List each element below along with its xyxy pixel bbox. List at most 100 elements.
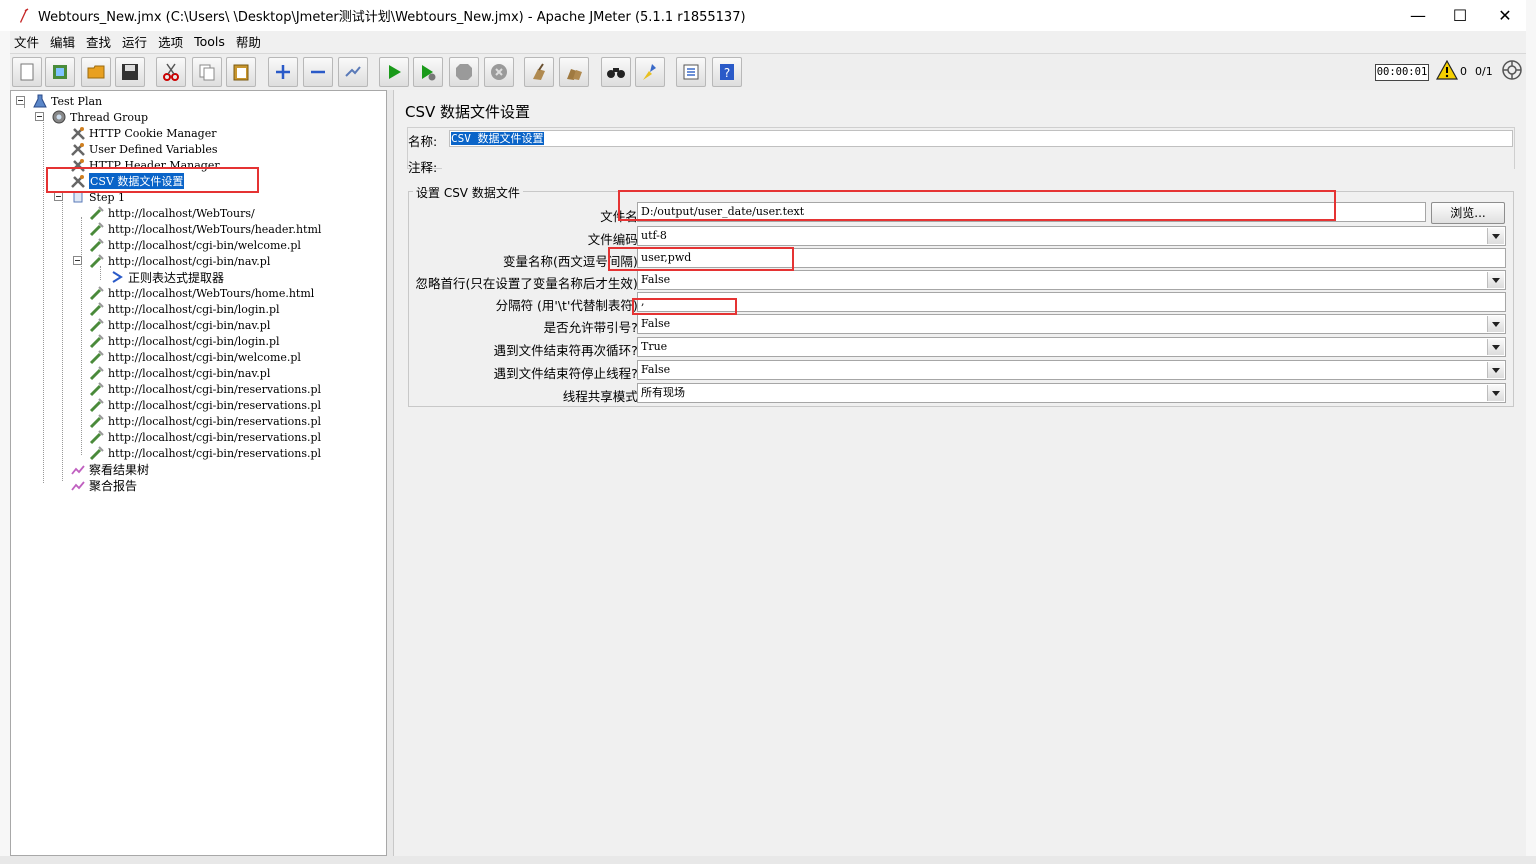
- gear-icon: [52, 110, 66, 124]
- expand-button[interactable]: [268, 57, 298, 87]
- function-helper-button[interactable]: [676, 57, 706, 87]
- collapse-icon: [311, 70, 325, 74]
- tree-node-step1[interactable]: Step 1: [70, 189, 125, 205]
- tree-node-sampler[interactable]: http://localhost/cgi-bin/reservations.pl: [89, 445, 321, 461]
- ignore-first-combo[interactable]: False: [637, 270, 1506, 290]
- toggle-button[interactable]: [338, 57, 368, 87]
- chevron-down-icon[interactable]: [1487, 272, 1504, 288]
- tree-node-sampler[interactable]: http://localhost/cgi-bin/reservations.pl: [89, 397, 321, 413]
- encoding-combo[interactable]: utf-8: [637, 226, 1506, 246]
- tree-expander[interactable]: [73, 256, 82, 265]
- collapse-button[interactable]: [303, 57, 333, 87]
- sharing-label: 线程共享模式:: [562, 389, 642, 404]
- tree-expander[interactable]: [35, 112, 44, 121]
- tree-node-sampler[interactable]: http://localhost/WebTours/header.html: [89, 221, 321, 237]
- clear-all-icon: [567, 69, 582, 80]
- maximize-button[interactable]: ☐: [1437, 0, 1483, 31]
- quoted-combo[interactable]: False: [637, 314, 1506, 334]
- save-button[interactable]: [115, 57, 145, 87]
- warning-icon[interactable]: [1436, 60, 1458, 80]
- svg-text:?: ?: [724, 66, 730, 80]
- test-plan-tree[interactable]: Test Plan Thread Group HTTP Cookie Manag…: [10, 90, 387, 856]
- ignore-first-value: False: [641, 273, 671, 286]
- shutdown-button[interactable]: [484, 57, 514, 87]
- clear-all-button[interactable]: [559, 57, 589, 87]
- copy-button[interactable]: [192, 57, 222, 87]
- chevron-down-icon[interactable]: [1487, 316, 1504, 332]
- tree-node-cookie-manager[interactable]: HTTP Cookie Manager: [70, 125, 217, 141]
- tree-node-thread-group[interactable]: Thread Group: [51, 109, 148, 125]
- tree-node-sampler[interactable]: http://localhost/WebTours/home.html: [89, 285, 314, 301]
- tree-node-sampler[interactable]: http://localhost/cgi-bin/nav.pl: [89, 317, 270, 333]
- varnames-input[interactable]: user,pwd: [637, 248, 1506, 268]
- recycle-combo[interactable]: True: [637, 337, 1506, 357]
- tree-node-sampler[interactable]: http://localhost/cgi-bin/login.pl: [89, 301, 280, 317]
- stop-button[interactable]: [449, 57, 479, 87]
- menu-file[interactable]: 文件: [10, 32, 46, 51]
- menu-tools[interactable]: Tools: [190, 34, 232, 49]
- tree-expander[interactable]: [54, 192, 63, 201]
- reset-search-button[interactable]: [635, 57, 665, 87]
- chevron-down-icon[interactable]: [1487, 362, 1504, 378]
- tree-node-results-tree[interactable]: 察看结果树: [70, 461, 149, 477]
- menu-help[interactable]: 帮助: [232, 32, 268, 51]
- sharing-combo[interactable]: 所有现场: [637, 383, 1506, 403]
- tree-node-sampler[interactable]: http://localhost/cgi-bin/reservations.pl: [89, 413, 321, 429]
- tree-node-header-manager[interactable]: HTTP Header Manager: [70, 157, 220, 173]
- new-button[interactable]: [12, 57, 42, 87]
- tree-node-csv-config[interactable]: CSV 数据文件设置: [70, 173, 185, 189]
- chevron-down-icon[interactable]: [1487, 385, 1504, 401]
- open-button[interactable]: [81, 57, 111, 87]
- tree-node-sampler[interactable]: http://localhost/cgi-bin/welcome.pl: [89, 237, 301, 253]
- chevron-down-icon[interactable]: [1487, 228, 1504, 244]
- close-button[interactable]: ✕: [1482, 0, 1528, 31]
- wrench-icon: [71, 175, 85, 188]
- tree-node-sampler[interactable]: http://localhost/cgi-bin/reservations.pl: [89, 429, 321, 445]
- menu-run[interactable]: 运行: [118, 32, 154, 51]
- filename-label: 文件名:: [600, 209, 642, 224]
- cut-button[interactable]: [156, 57, 186, 87]
- tree-node-aggregate-report[interactable]: 聚合报告: [70, 477, 137, 493]
- comment-input[interactable]: [442, 156, 1514, 172]
- browse-button[interactable]: 浏览...: [1431, 202, 1505, 224]
- search-button[interactable]: [601, 57, 631, 87]
- tree-node-sampler[interactable]: http://localhost/cgi-bin/reservations.pl: [89, 381, 321, 397]
- name-input[interactable]: CSV 数据文件设置: [449, 130, 1513, 147]
- templates-button[interactable]: [45, 57, 75, 87]
- tree-expander[interactable]: [16, 96, 25, 105]
- sharing-value: 所有现场: [641, 386, 685, 399]
- csv-config-panel: CSV 数据文件设置 名称: CSV 数据文件设置 注释: 设置 CSV 数据文…: [393, 90, 1526, 856]
- menu-search[interactable]: 查找: [82, 32, 118, 51]
- start-icon: [389, 65, 401, 79]
- ignore-first-label: 忽略首行(只在设置了变量名称后才生效):: [415, 276, 642, 291]
- stop-thread-combo[interactable]: False: [637, 360, 1506, 380]
- quoted-label: 是否允许带引号?:: [543, 320, 642, 335]
- tree-node-user-vars[interactable]: User Defined Variables: [70, 141, 218, 157]
- menu-edit[interactable]: 编辑: [46, 32, 82, 51]
- start-no-timers-button[interactable]: [413, 57, 443, 87]
- clear-button[interactable]: [524, 57, 554, 87]
- wrench-icon: [71, 143, 85, 156]
- new-icon: [20, 63, 34, 81]
- bottom-edge: [0, 856, 1536, 864]
- filename-input[interactable]: D:/output/user_date/user.text: [637, 202, 1426, 222]
- menu-bar: 文件 编辑 查找 运行 选项 Tools 帮助: [10, 31, 1526, 52]
- pipette-icon: [89, 254, 104, 269]
- delimiter-input[interactable]: ,: [637, 292, 1506, 312]
- chevron-down-icon[interactable]: [1487, 339, 1504, 355]
- tree-node-regex-extractor[interactable]: 正则表达式提取器: [109, 269, 224, 285]
- tree-node-test-plan[interactable]: Test Plan: [32, 93, 102, 109]
- tree-node-sampler[interactable]: http://localhost/cgi-bin/login.pl: [89, 333, 280, 349]
- pipette-icon: [89, 206, 104, 221]
- pipette-icon: [89, 238, 104, 253]
- paste-button[interactable]: [226, 57, 256, 87]
- minimize-button[interactable]: —: [1395, 0, 1441, 31]
- delimiter-label: 分隔符 (用'\t'代替制表符):: [495, 298, 642, 313]
- tree-node-sampler[interactable]: http://localhost/cgi-bin/nav.pl: [89, 253, 270, 269]
- tree-node-sampler[interactable]: http://localhost/cgi-bin/welcome.pl: [89, 349, 301, 365]
- help-button[interactable]: ?: [712, 57, 742, 87]
- tree-node-sampler[interactable]: http://localhost/WebTours/: [89, 205, 255, 221]
- start-button[interactable]: [379, 57, 409, 87]
- menu-options[interactable]: 选项: [154, 32, 190, 51]
- tree-node-sampler[interactable]: http://localhost/cgi-bin/nav.pl: [89, 365, 270, 381]
